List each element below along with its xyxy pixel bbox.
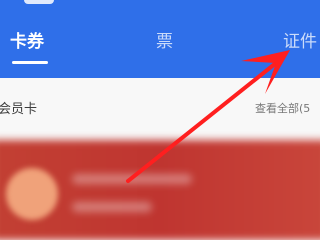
app-screen: 卡券 票 证件 会员卡 查看全部(5 <box>0 0 320 240</box>
tab-tickets[interactable]: 票 <box>156 28 173 56</box>
top-tab-bar: 卡券 票 证件 <box>0 0 320 78</box>
membership-section-header: 会员卡 查看全部(5 <box>0 78 320 140</box>
section-title: 会员卡 <box>0 102 38 117</box>
view-all-link[interactable]: 查看全部(5 <box>255 100 310 116</box>
cropped-status-element <box>24 0 54 4</box>
card-subtitle-placeholder <box>72 202 152 212</box>
tab-ids[interactable]: 证件 <box>283 28 317 56</box>
tab-cards[interactable]: 卡券 <box>10 28 44 56</box>
card-title-placeholder <box>72 174 192 184</box>
membership-card-area <box>0 140 320 240</box>
active-tab-indicator <box>12 61 48 64</box>
card-avatar <box>6 168 58 220</box>
